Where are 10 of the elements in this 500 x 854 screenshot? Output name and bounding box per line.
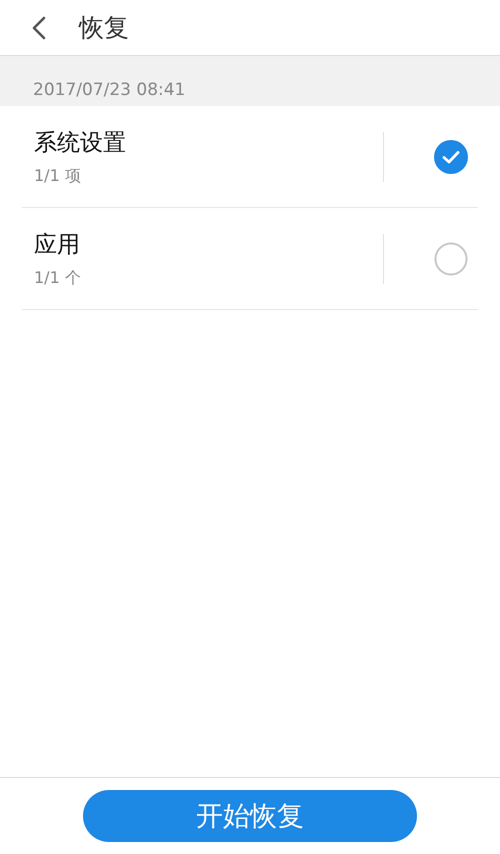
- start-restore-button[interactable]: 开始恢复: [83, 790, 417, 842]
- backup-date: 2017/07/23 08:41: [33, 80, 186, 100]
- checkbox[interactable]: [434, 140, 468, 174]
- back-button[interactable]: [32, 16, 46, 40]
- item-title: 应用: [34, 230, 81, 260]
- page-title: 恢复: [79, 12, 129, 44]
- item-count: 1/1 项: [34, 166, 82, 186]
- item-title: 系统设置: [34, 128, 127, 158]
- item-count: 1/1 个: [34, 268, 82, 288]
- checkbox[interactable]: [434, 242, 468, 276]
